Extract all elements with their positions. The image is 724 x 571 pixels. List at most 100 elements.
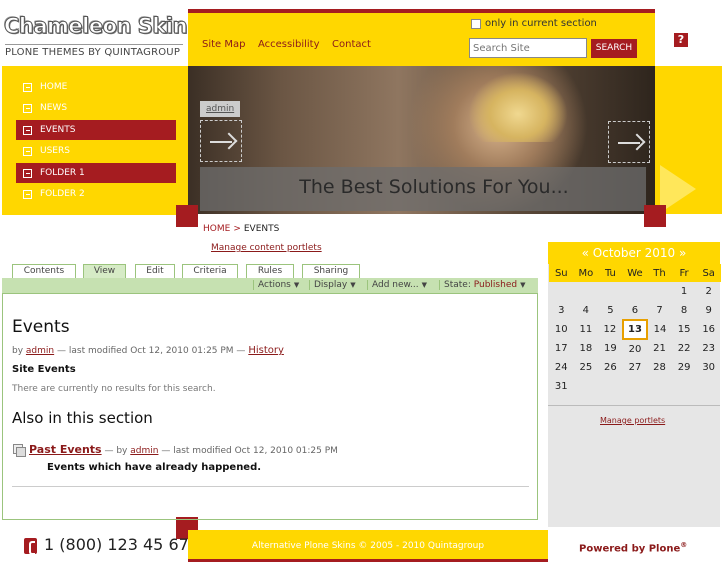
- search-input[interactable]: [469, 38, 587, 58]
- nav-item-label: FOLDER 1: [40, 168, 85, 178]
- calendar-day: 14: [653, 324, 667, 335]
- calendar-day: 25: [579, 362, 593, 373]
- banner-prev-button[interactable]: [200, 120, 242, 162]
- calendar-week-row: 12: [549, 282, 721, 301]
- calendar-day: 7: [656, 305, 663, 316]
- nav-item-home[interactable]: HOME: [16, 77, 176, 97]
- tab-criteria[interactable]: Criteria: [182, 264, 238, 278]
- nav-bullet-icon: [23, 126, 32, 135]
- item-by: — by: [104, 446, 128, 456]
- calendar-week-row: 3 4 5 6 7 8 9: [549, 301, 721, 320]
- powered-by-plone-link[interactable]: Powered by Plone®: [579, 541, 687, 554]
- weekday-header: We: [622, 264, 648, 282]
- calendar-day: 24: [554, 362, 568, 373]
- breadcrumb-current: EVENTS: [243, 224, 280, 234]
- calendar-week-row: 24 25 26 27 28 29 30: [549, 358, 721, 377]
- calendar-day-empty: [574, 282, 599, 301]
- tab-sharing[interactable]: Sharing: [302, 264, 360, 278]
- weekday-header: Sa: [696, 264, 721, 282]
- calendar-day: 8: [680, 305, 688, 316]
- accessibility-link[interactable]: Accessibility: [258, 39, 320, 50]
- calendar-day: 15: [677, 324, 691, 335]
- state-value: Published: [473, 280, 518, 290]
- calendar-day-empty: [623, 282, 648, 301]
- tab-view[interactable]: View: [83, 264, 126, 278]
- display-menu[interactable]: Display ▼: [309, 280, 356, 290]
- calendar-divider: [548, 405, 720, 406]
- calendar-day: 27: [628, 362, 642, 373]
- calendar-day: 28: [653, 362, 666, 373]
- calendar-week-row: 10 11 12 13 14 15 16: [549, 319, 721, 340]
- tab-contents[interactable]: Contents: [12, 264, 76, 278]
- calendar-day: 20: [628, 343, 642, 355]
- tab-rules[interactable]: Rules: [246, 264, 294, 278]
- calendar-day-today[interactable]: 13: [621, 319, 649, 340]
- only-in-section-option[interactable]: only in current section: [471, 18, 597, 29]
- nav-bullet-icon: [23, 190, 32, 199]
- logo-title[interactable]: Chameleon Skin: [3, 14, 188, 39]
- arrow-head-icon: [628, 133, 646, 151]
- only-in-section-label: only in current section: [485, 18, 597, 29]
- tab-edit[interactable]: Edit: [135, 264, 175, 278]
- topic-icon: [13, 444, 26, 457]
- only-in-section-checkbox[interactable]: [471, 18, 481, 29]
- list-item: Past Events — by admin — last modified O…: [29, 443, 338, 456]
- add-new-menu[interactable]: Add new... ▼: [367, 280, 427, 290]
- dropdown-arrow-icon: ▼: [350, 281, 356, 289]
- weekday-header: Su: [549, 264, 574, 282]
- calendar-day: 30: [702, 362, 716, 373]
- page-title: Events: [12, 317, 70, 337]
- item-modified: — last modified Oct 12, 2010 01:25 PM: [161, 446, 338, 456]
- weekday-header: Fr: [671, 264, 697, 282]
- calendar-day: 1: [680, 286, 688, 297]
- dropdown-arrow-icon: ▼: [293, 281, 300, 289]
- contact-link[interactable]: Contact: [332, 39, 371, 50]
- nav-item-folder-1[interactable]: FOLDER 1: [16, 163, 176, 183]
- breadcrumb-home[interactable]: HOME: [203, 224, 230, 234]
- calendar-prev-button[interactable]: «: [582, 246, 589, 260]
- nav-item-label: FOLDER 2: [40, 189, 85, 199]
- calendar-header: « October 2010 »: [548, 242, 720, 264]
- nav-item-folder-2[interactable]: FOLDER 2: [16, 184, 176, 204]
- author-link[interactable]: admin: [26, 346, 54, 356]
- past-events-link[interactable]: Past Events: [29, 443, 102, 456]
- calendar-day: 23: [702, 343, 716, 354]
- also-in-section-heading: Also in this section: [12, 409, 153, 427]
- breadcrumb-separator: >: [233, 224, 241, 234]
- breadcrumb: HOME > EVENTS: [203, 224, 279, 234]
- sidebar-nav: HOME NEWS EVENTS USERS FOLDER 1 FOLDER 2: [2, 66, 188, 215]
- logo-subtitle: PLONE THEMES BY QUINTAGROUP: [5, 44, 183, 58]
- item-description: Events which have already happened.: [47, 462, 262, 473]
- document-byline: by admin — last modified Oct 12, 2010 01…: [12, 345, 284, 356]
- display-menu-label: Display: [314, 280, 348, 290]
- help-icon[interactable]: ?: [674, 33, 688, 47]
- calendar-day: 18: [579, 343, 593, 354]
- site-map-link[interactable]: Site Map: [202, 39, 245, 50]
- calendar-day-empty: [696, 377, 721, 396]
- history-link[interactable]: History: [248, 345, 284, 356]
- manage-portlets-link[interactable]: Manage portlets: [600, 416, 665, 425]
- nav-item-label: EVENTS: [40, 125, 76, 135]
- state-menu[interactable]: State: Published ▼: [439, 280, 525, 290]
- nav-item-users[interactable]: USERS: [16, 141, 176, 161]
- manage-content-portlets-link[interactable]: Manage content portlets: [211, 243, 322, 253]
- calendar-grid: Su Mo Tu We Th Fr Sa 1 2 3 4 5 6 7 8 9 10 11 12 13 14…: [549, 264, 721, 396]
- banner-slogan: The Best Solutions For You...: [299, 176, 569, 198]
- admin-tag[interactable]: admin: [200, 101, 241, 117]
- calendar-next-button[interactable]: »: [679, 246, 686, 260]
- weekday-header: Tu: [598, 264, 623, 282]
- nav-item-events[interactable]: EVENTS: [16, 120, 176, 140]
- calendar-month: October 2010: [592, 246, 676, 260]
- calendar-week-row: 17 18 19 20 21 22 23: [549, 339, 721, 358]
- actions-menu-label: Actions: [258, 280, 291, 290]
- calendar-day: 17: [554, 343, 568, 354]
- banner-next-button[interactable]: [608, 121, 650, 163]
- byline-by: by: [12, 346, 24, 356]
- calendar-weekday-row: Su Mo Tu We Th Fr Sa: [549, 264, 721, 282]
- item-author-link[interactable]: admin: [130, 446, 158, 456]
- actions-menu[interactable]: Actions ▼: [253, 280, 299, 290]
- search-button[interactable]: SEARCH: [591, 39, 637, 58]
- arrow-head-icon: [220, 132, 238, 150]
- nav-item-news[interactable]: NEWS: [16, 98, 176, 118]
- calendar-day: 5: [607, 305, 614, 316]
